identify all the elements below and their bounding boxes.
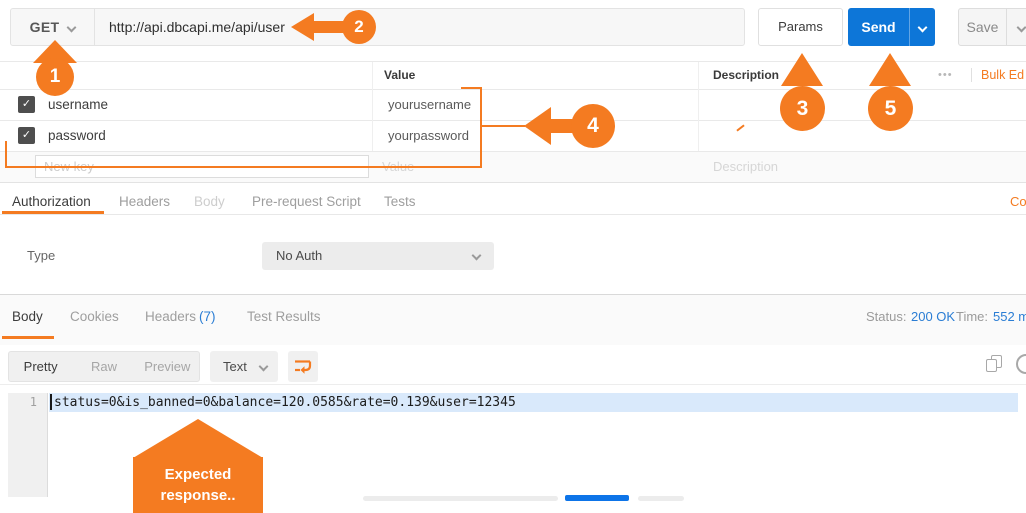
text-caret (50, 394, 52, 410)
annotation-connector-line (482, 125, 525, 127)
status-value: 200 OK (911, 305, 955, 329)
divider (0, 214, 1026, 215)
divider (971, 68, 972, 82)
divider (0, 384, 1026, 385)
annotation-connector-line (480, 87, 482, 168)
chevron-down-icon (918, 22, 928, 32)
chevron-down-icon (472, 251, 482, 261)
response-view-switch: Pretty Raw Preview (8, 351, 200, 382)
annotation-tick-mark (736, 124, 744, 131)
response-tab-headers[interactable]: Headers (145, 305, 196, 329)
save-button[interactable]: Save (958, 8, 1026, 46)
time-label: Time: (956, 305, 988, 329)
step-4-arrow-left-icon (524, 107, 551, 145)
response-tab-test-results[interactable]: Test Results (247, 305, 321, 329)
response-format-value: Text (223, 351, 247, 382)
save-label: Save (959, 9, 1006, 45)
carousel-indicator-bar (638, 496, 684, 501)
code-link[interactable]: Co (1010, 190, 1026, 214)
send-button[interactable]: Send (848, 8, 935, 46)
active-tab-underline (2, 211, 104, 214)
save-options-button[interactable] (1007, 9, 1026, 45)
step-2-arrow-left-icon (291, 13, 314, 41)
view-mode-preview[interactable]: Preview (136, 352, 199, 381)
wrap-text-button[interactable] (288, 351, 318, 382)
request-url-bar: GET http://api.dbcapi.me/api/user (10, 8, 745, 46)
column-divider (698, 62, 699, 151)
response-tab-body[interactable]: Body (12, 305, 43, 329)
divider (0, 89, 1026, 90)
step-5-arrow-up-icon (869, 53, 911, 86)
annotation-connector-line (5, 141, 7, 168)
expected-response-line1: Expected (133, 464, 263, 485)
carousel-indicator-bar-active (565, 495, 629, 501)
tab-pre-request-script[interactable]: Pre-request Script (252, 190, 361, 214)
tab-tests[interactable]: Tests (384, 190, 416, 214)
expected-response-line2: response.. (133, 485, 263, 506)
tab-headers[interactable]: Headers (119, 190, 170, 214)
line-number: 1 (30, 395, 37, 409)
copy-response-button[interactable] (986, 355, 1004, 375)
response-tab-cookies[interactable]: Cookies (70, 305, 119, 329)
search-response-icon[interactable] (1016, 354, 1026, 374)
response-body-text: status=0&is_banned=0&balance=120.0585&ra… (54, 395, 516, 410)
row-checkbox[interactable]: ✓ (18, 127, 35, 144)
description-column-header: Description (713, 62, 779, 89)
new-description-cell[interactable]: Description (713, 151, 778, 182)
value-column-header: Value (384, 62, 415, 89)
step-4-badge: 4 (571, 104, 615, 148)
divider (0, 151, 1026, 152)
chevron-down-icon (1016, 22, 1026, 32)
send-options-button[interactable] (910, 8, 935, 46)
postman-request-window: GET http://api.dbcapi.me/api/user Params… (0, 0, 1026, 513)
send-label: Send (848, 8, 909, 46)
auth-type-value: No Auth (276, 242, 322, 270)
response-format-select[interactable]: Text (210, 351, 278, 382)
status-label: Status: (866, 305, 906, 329)
step-1-badge: 1 (36, 58, 74, 96)
row-checkbox[interactable]: ✓ (18, 96, 35, 113)
expected-response-arrow-up-icon (133, 419, 263, 458)
step-2-badge: 2 (342, 10, 376, 44)
more-options-icon[interactable]: ••• (938, 62, 953, 89)
step-3-badge: 3 (780, 86, 825, 131)
copy-icon (986, 359, 997, 372)
auth-type-select[interactable]: No Auth (262, 242, 494, 270)
auth-type-label: Type (27, 242, 55, 270)
view-mode-raw[interactable]: Raw (72, 352, 135, 381)
time-value: 552 m (993, 305, 1026, 329)
params-button[interactable]: Params (758, 8, 843, 46)
chevron-down-icon (67, 22, 77, 32)
param-value-cell[interactable]: yourusername (388, 89, 471, 120)
url-input[interactable]: http://api.dbcapi.me/api/user (95, 19, 285, 35)
param-key-cell[interactable]: password (48, 120, 106, 151)
active-tab-underline (2, 336, 54, 339)
bulk-edit-link[interactable]: Bulk Ed (981, 62, 1024, 89)
headers-count-badge[interactable]: (7) (199, 305, 216, 329)
step-3-arrow-up-icon (781, 53, 823, 86)
carousel-indicator-bar (363, 496, 558, 501)
param-value-cell[interactable]: yourpassword (388, 120, 469, 151)
divider (0, 182, 1026, 183)
step-2-arrow-tail (313, 21, 345, 33)
column-divider (372, 62, 373, 151)
annotation-connector-line (5, 166, 482, 168)
expected-response-callout: Expected response.. (133, 457, 263, 513)
view-mode-pretty[interactable]: Pretty (9, 352, 72, 381)
annotation-connector-line (461, 87, 482, 89)
editor-gutter: 1 (8, 393, 48, 497)
tab-body[interactable]: Body (194, 190, 225, 214)
method-label: GET (30, 19, 60, 35)
wrap-text-icon (294, 359, 312, 374)
chevron-down-icon (259, 362, 269, 372)
step-5-badge: 5 (868, 86, 913, 131)
